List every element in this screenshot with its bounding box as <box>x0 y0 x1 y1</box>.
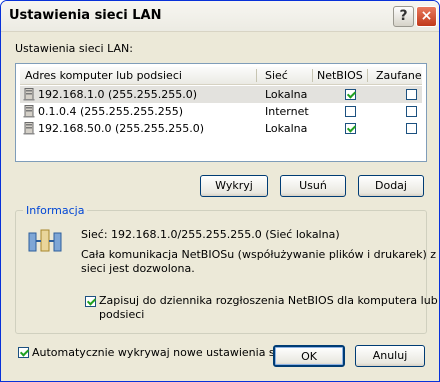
detect-button[interactable]: Wykryj <box>200 175 268 197</box>
list-row[interactable]: 192.168.1.0 (255.255.255.0) Lokalna <box>20 86 422 103</box>
netbios-checkbox[interactable] <box>345 123 356 134</box>
cancel-button[interactable]: Anuluj <box>355 345 425 367</box>
column-header-netbios[interactable]: NetBIOS <box>317 69 363 82</box>
info-group-title: Informacja <box>23 204 88 217</box>
row-network: Lokalna <box>265 88 308 101</box>
row-address: 0.1.0.4 (255.255.255.255) <box>38 105 184 118</box>
add-button[interactable]: Dodaj <box>358 175 424 197</box>
info-description-line2: sieci jest dozwolona. <box>81 262 195 275</box>
column-header-address[interactable]: Adres komputer lub podsieci <box>25 69 182 82</box>
network-list[interactable]: Adres komputer lub podsieci Sieć NetBIOS… <box>15 63 427 162</box>
list-row[interactable]: 0.1.0.4 (255.255.255.255) Internet <box>20 103 422 120</box>
column-header-network[interactable]: Sieć <box>265 69 288 82</box>
auto-detect-checkbox[interactable] <box>18 347 29 358</box>
close-button[interactable]: × <box>416 6 437 27</box>
column-separator[interactable] <box>367 69 368 82</box>
server-icon <box>23 105 35 118</box>
remove-button[interactable]: Usuń <box>280 175 346 197</box>
netbios-checkbox[interactable] <box>345 89 356 100</box>
log-broadcast-label-line1[interactable]: Zapisuj do dziennika rozgłoszenia NetBIO… <box>99 294 438 307</box>
title-bar[interactable]: Ustawienia sieci LAN ? × <box>1 1 439 32</box>
auto-detect-label[interactable]: Automatycznie wykrywaj nowe ustawienia s… <box>32 346 297 359</box>
row-network: Internet <box>265 105 309 118</box>
trusted-checkbox[interactable] <box>406 123 417 134</box>
trusted-checkbox[interactable] <box>406 106 417 117</box>
dialog-window: Ustawienia sieci LAN ? × Ustawienia siec… <box>0 0 440 382</box>
ok-button[interactable]: OK <box>273 345 345 367</box>
row-network: Lokalna <box>265 122 308 135</box>
server-icon <box>23 88 35 101</box>
log-broadcast-label-line2[interactable]: podsieci <box>99 308 144 321</box>
info-description-line1: Cała komunikacja NetBIOSu (współużywanie… <box>81 248 440 261</box>
netbios-checkbox[interactable] <box>345 106 356 117</box>
trusted-checkbox[interactable] <box>406 89 417 100</box>
column-separator[interactable] <box>256 69 257 82</box>
column-header-trusted[interactable]: Zaufane <box>376 69 422 82</box>
column-separator[interactable] <box>312 69 313 82</box>
log-broadcast-checkbox[interactable] <box>85 296 96 307</box>
server-icon <box>23 122 35 135</box>
list-header: Adres komputer lub podsieci Sieć NetBIOS… <box>20 67 422 85</box>
window-title: Ustawienia sieci LAN <box>9 8 162 23</box>
list-row[interactable]: 192.168.50.0 (255.255.255.0) Lokalna <box>20 120 422 137</box>
info-network: Sieć: 192.168.1.0/255.255.255.0 (Sieć lo… <box>81 228 340 241</box>
list-label: Ustawienia sieci LAN: <box>15 42 133 55</box>
network-icon <box>28 229 62 252</box>
row-address: 192.168.1.0 (255.255.255.0) <box>38 88 198 101</box>
row-address: 192.168.50.0 (255.255.255.0) <box>38 122 205 135</box>
help-button[interactable]: ? <box>393 6 414 27</box>
